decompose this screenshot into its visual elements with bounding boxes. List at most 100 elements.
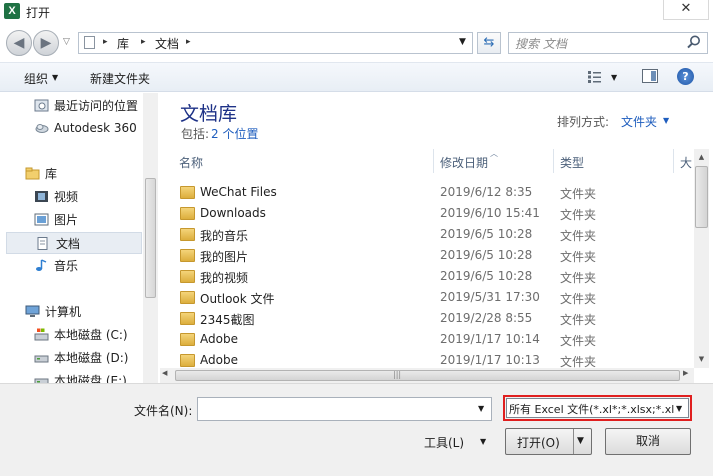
file-row[interactable]: Downloads 2019/6/10 15:41 文件夹	[160, 203, 693, 224]
library-title: 文档库	[180, 103, 238, 125]
file-type: 文件夹	[560, 334, 597, 348]
file-type: 文件夹	[560, 229, 597, 243]
file-name: 我的图片	[200, 250, 249, 264]
file-row[interactable]: 我的视频 2019/6/5 10:28 文件夹	[160, 266, 693, 287]
sidebar-item-label: 本地磁盘 (C:)	[54, 328, 128, 342]
help-icon[interactable]: ?	[677, 68, 694, 85]
file-row[interactable]: 2345截图 2019/2/28 8:55 文件夹	[160, 308, 693, 329]
file-row[interactable]: WeChat Files 2019/6/12 8:35 文件夹	[160, 182, 693, 203]
includes-locations-link[interactable]: 2 个位置	[211, 125, 258, 142]
sidebar-item-computer[interactable]: 计算机	[25, 301, 142, 323]
search-input[interactable]: 搜索 文档	[515, 35, 567, 52]
address-dropdown-icon[interactable]: ▼	[459, 37, 466, 47]
scroll-up-icon[interactable]: ▲	[694, 150, 709, 165]
sidebar-item-drive-e[interactable]: 本地磁盘 (E:)	[34, 370, 142, 383]
new-folder-button[interactable]: 新建文件夹	[90, 70, 150, 87]
vertical-scroll-thumb[interactable]	[695, 166, 708, 228]
open-button-label[interactable]: 打开(O)	[517, 434, 560, 451]
back-button[interactable]: ◀	[6, 30, 32, 56]
horizontal-scroll-thumb[interactable]	[175, 370, 680, 381]
chevron-down-icon[interactable]: ▼	[663, 116, 669, 125]
chevron-down-icon[interactable]: ▼	[478, 404, 484, 413]
column-header-date-modified[interactable]: 修改日期	[440, 154, 488, 171]
chevron-down-icon[interactable]: ▼	[611, 73, 617, 82]
cancel-button[interactable]: 取消	[605, 428, 691, 455]
preview-pane-icon[interactable]	[642, 69, 658, 83]
sidebar-item-videos[interactable]: 视频	[34, 186, 142, 208]
breadcrumb-library[interactable]: 库	[117, 35, 129, 52]
library-icon	[25, 167, 40, 180]
chevron-down-icon[interactable]: ▼	[480, 437, 486, 446]
navigation-scroll-thumb[interactable]	[145, 178, 156, 298]
forward-button[interactable]: ▶	[33, 30, 59, 56]
file-row[interactable]: Adobe 2019/1/17 10:14 文件夹	[160, 329, 693, 350]
organize-button[interactable]: 组织	[24, 70, 48, 87]
address-bar[interactable]	[78, 32, 473, 54]
filetype-select-value[interactable]: 所有 Excel 文件(*.xl*;*.xlsx;*.xl	[509, 401, 674, 417]
sidebar-item-label: 图片	[54, 213, 79, 227]
picture-icon	[34, 213, 49, 226]
file-type: 文件夹	[560, 187, 597, 201]
file-name: 我的视频	[200, 271, 249, 285]
filename-input[interactable]	[197, 397, 492, 421]
breadcrumb-separator-icon[interactable]: ▸	[186, 37, 191, 47]
sidebar-item-pictures[interactable]: 图片	[34, 209, 142, 231]
scroll-down-icon[interactable]: ▼	[694, 352, 709, 367]
sidebar-item-label: 文档	[56, 237, 81, 251]
open-options-chevron-icon[interactable]: ▼	[577, 436, 584, 446]
file-type: 文件夹	[560, 292, 597, 306]
file-modified: 2019/1/17 10:14	[440, 332, 540, 346]
refresh-button[interactable]: ⇆	[477, 32, 501, 54]
column-header-size[interactable]: 大	[680, 154, 692, 171]
videos-folder-icon	[180, 270, 195, 283]
file-modified: 2019/1/17 10:13	[440, 353, 540, 367]
sidebar-item-label: 本地磁盘 (D:)	[54, 351, 129, 365]
file-modified: 2019/6/5 10:28	[440, 248, 533, 262]
change-view-icon[interactable]	[587, 70, 603, 84]
sidebar-item-drive-c[interactable]: 本地磁盘 (C:)	[34, 324, 142, 346]
recent-places-icon	[34, 99, 49, 112]
scroll-right-icon[interactable]: ▶	[683, 369, 688, 377]
system-drive-icon	[34, 328, 49, 341]
file-type: 文件夹	[560, 271, 597, 285]
search-icon[interactable]	[686, 34, 702, 50]
sidebar-item-recent-places[interactable]: 最近访问的位置	[34, 95, 142, 117]
folder-icon	[180, 291, 195, 304]
arrange-by-dropdown[interactable]: 文件夹	[621, 113, 657, 130]
sidebar-item-label: 视频	[54, 190, 79, 204]
column-header-row	[160, 149, 695, 175]
sidebar-item-music[interactable]: 音乐	[34, 255, 142, 277]
breadcrumb-separator-icon[interactable]: ▸	[141, 37, 146, 47]
column-divider[interactable]	[673, 149, 674, 173]
sidebar-item-label: 最近访问的位置	[54, 99, 139, 113]
scroll-left-icon[interactable]: ◀	[162, 369, 167, 377]
filename-label: 文件名(N):	[134, 404, 193, 418]
video-icon	[35, 191, 48, 202]
column-divider[interactable]	[433, 149, 434, 173]
chevron-down-icon[interactable]: ▼	[52, 73, 58, 82]
sidebar-item-libraries[interactable]: 库	[25, 163, 142, 185]
column-header-name[interactable]: 名称	[179, 154, 203, 171]
breadcrumb-separator-icon[interactable]: ▸	[103, 37, 108, 47]
includes-label: 包括:	[181, 127, 210, 141]
sidebar-item-documents[interactable]: 文档	[6, 232, 142, 254]
sidebar-item-autodesk-360[interactable]: Autodesk 360	[34, 117, 142, 139]
file-name: 我的音乐	[200, 229, 249, 243]
file-row[interactable]: Outlook 文件 2019/5/31 17:30 文件夹	[160, 287, 693, 308]
recent-locations-dropdown-icon[interactable]: ▽	[63, 37, 70, 47]
file-modified: 2019/6/10 15:41	[440, 206, 540, 220]
sidebar-item-label: 音乐	[54, 259, 79, 273]
column-header-type[interactable]: 类型	[560, 154, 584, 171]
file-row[interactable]: 我的图片 2019/6/5 10:28 文件夹	[160, 245, 693, 266]
tools-button[interactable]: 工具(L)	[424, 434, 464, 451]
close-button[interactable]: ✕	[663, 0, 709, 20]
column-divider[interactable]	[553, 149, 554, 173]
folder-icon	[180, 354, 195, 367]
chevron-down-icon[interactable]: ▼	[676, 404, 682, 413]
sidebar-item-drive-d[interactable]: 本地磁盘 (D:)	[34, 347, 142, 369]
sidebar-item-label: Autodesk 360	[54, 121, 137, 135]
sidebar-item-label: 库	[45, 167, 58, 181]
file-row[interactable]: 我的音乐 2019/6/5 10:28 文件夹	[160, 224, 693, 245]
breadcrumb-documents[interactable]: 文档	[155, 35, 179, 52]
excel-app-icon: X	[4, 3, 20, 19]
